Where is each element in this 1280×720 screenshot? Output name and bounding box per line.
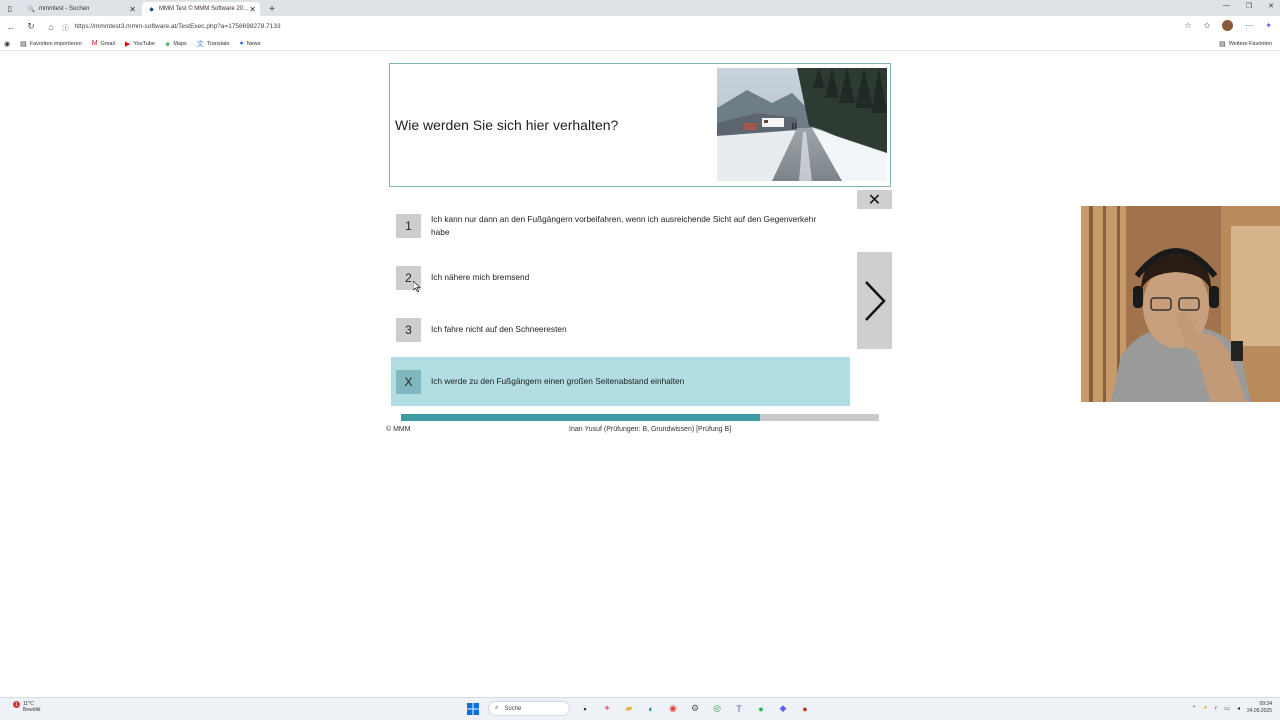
address-bar: ← ↻ ⌂ ⓘ https://mmmtest3.mmm-software.at… — [0, 16, 1280, 37]
snowy-road-image — [717, 68, 887, 181]
home-icon[interactable]: ⌂ — [46, 22, 56, 32]
tab-actions-icon[interactable]: ▯ — [0, 0, 20, 16]
bookmark-youtube[interactable]: ▶ YouTube — [125, 40, 155, 48]
webcam-overlay — [1081, 206, 1280, 402]
discord-icon[interactable]: ◆ — [776, 702, 790, 716]
answer-key: X — [396, 370, 421, 394]
teams-icon[interactable]: T — [732, 702, 746, 716]
file-explorer-icon[interactable]: ▰ — [622, 702, 636, 716]
favorite-star-icon[interactable]: ☆ — [1184, 21, 1191, 30]
bookmarks-bar: ◉ ▤ Favoriten importieren M Gmail ▶ YouTube… — [0, 37, 1280, 51]
answer-text: Ich kann nur dann an den Fußgängern vorb… — [431, 214, 817, 237]
mouse-cursor-icon — [412, 280, 421, 294]
folder-icon: ▤ — [20, 40, 27, 48]
back-icon[interactable]: ← — [6, 22, 16, 32]
bookmark-gmail[interactable]: M Gmail — [92, 40, 115, 47]
close-tab-icon[interactable]: ✕ — [249, 5, 256, 14]
question-panel: Wie werden Sie sich hier verhalten? — [389, 63, 891, 187]
gmail-icon: M — [91, 40, 98, 47]
answer-option-2[interactable]: 2 Ich nähere mich bremsend — [391, 253, 850, 302]
app-icon[interactable]: ● — [798, 702, 812, 716]
spotify-icon[interactable]: ● — [754, 702, 768, 716]
search-favicon-icon: 🔍 — [27, 6, 36, 13]
weather-badge: 1 — [13, 701, 20, 708]
close-button[interactable]: ✕ — [857, 190, 892, 209]
system-tray: ⌃ ● ♪ ▭ ◂ 09:34 24.09.2025 — [1192, 701, 1272, 715]
question-text: Wie werden Sie sich hier verhalten? — [395, 117, 619, 133]
answer-key: 3 — [396, 318, 421, 342]
taskbar: 1 11°C Bewölkt ⌕ Suche ▪ ✦ ▰ ◐ ◉ ⚙ ◎ T ●… — [0, 697, 1280, 720]
maximize-icon[interactable]: ❐ — [1246, 2, 1252, 10]
bookmark-more[interactable]: ▤ Weitere Favoriten — [1219, 40, 1272, 48]
copilot-app-icon[interactable]: ✦ — [600, 702, 614, 716]
webcam-video — [1081, 206, 1280, 402]
answer-option-1[interactable]: 1 Ich kann nur dann an den Fußgängern vo… — [391, 201, 850, 250]
progress-fill — [401, 414, 760, 421]
tray-app-icon[interactable]: ● — [1204, 705, 1208, 711]
bookmark-import[interactable]: ▤ Favoriten importieren — [20, 40, 82, 48]
translate-icon: 文 — [196, 40, 204, 48]
volume-icon[interactable]: ◂ — [1237, 705, 1240, 712]
clock-date: 24.09.2025 — [1246, 708, 1272, 714]
search-icon: ⌕ — [495, 705, 499, 711]
bookmark-maps[interactable]: ◈ Maps — [165, 40, 187, 48]
footer-copyright: © MMM — [386, 426, 411, 433]
youtube-icon: ▶ — [124, 40, 131, 48]
answer-option-x[interactable]: X Ich werde zu den Fußgängern einen groß… — [391, 357, 850, 406]
weather-widget[interactable]: 1 11°C Bewölkt — [13, 701, 41, 713]
folder-icon: ▤ — [1219, 41, 1226, 48]
bookmark-translate[interactable]: 文 Translate — [197, 39, 230, 49]
taskbar-apps: ⌕ Suche ▪ ✦ ▰ ◐ ◉ ⚙ ◎ T ● ◆ ● — [466, 701, 812, 716]
news-icon: ● — [239, 40, 244, 47]
reading-view-icon[interactable]: ◉ — [4, 40, 10, 48]
clock-time: 09:34 — [1259, 701, 1272, 707]
next-button[interactable] — [857, 252, 892, 349]
answer-option-3[interactable]: 3 Ich fahre nicht auf den Schneeresten — [391, 305, 850, 354]
window-controls: — ❐ ✕ — [1223, 2, 1274, 10]
close-tab-icon[interactable]: ✕ — [129, 5, 136, 14]
address-actions: ☆ ✩ ⋯ ✦ — [1184, 20, 1272, 31]
minimize-icon[interactable]: — — [1223, 2, 1230, 10]
tray-chevron-icon[interactable]: ⌃ — [1192, 705, 1197, 712]
weather-desc: Bewölkt — [23, 707, 41, 713]
settings-icon[interactable]: ⚙ — [688, 702, 702, 716]
answer-text: Ich fahre nicht auf den Schneeresten — [431, 324, 567, 334]
mmm-favicon-icon: ◆ — [149, 6, 154, 13]
tab-label: mmmtest - Suchen — [39, 6, 90, 12]
edge-icon[interactable]: ◐ — [644, 702, 658, 716]
chevron-right-icon — [864, 280, 886, 321]
close-icon: ✕ — [867, 191, 882, 209]
microphone-icon[interactable]: ♪ — [1214, 705, 1217, 711]
chrome-icon[interactable]: ◉ — [666, 702, 680, 716]
task-view-icon[interactable]: ▪ — [578, 702, 592, 716]
bookmark-news[interactable]: ● News — [240, 40, 261, 47]
taskbar-search-label: Suche — [504, 705, 522, 712]
favorites-icon[interactable]: ✩ — [1204, 21, 1211, 30]
answer-text: Ich werde zu den Fußgängern einen großen… — [431, 376, 685, 386]
copilot-icon[interactable]: ✦ — [1265, 21, 1272, 30]
tab-search[interactable]: 🔍 mmmtest - Suchen ✕ — [22, 2, 140, 16]
url-text: https://mmmtest3.mmm-software.at/TestExe… — [74, 23, 281, 30]
footer-user-info: Inan Yusuf (Prüfungen: B, Grundwissen) [… — [569, 426, 732, 433]
more-menu-icon[interactable]: ⋯ — [1245, 21, 1253, 30]
maps-icon: ◈ — [164, 40, 171, 48]
answer-text: Ich nähere mich bremsend — [431, 272, 530, 282]
browser-tabbar: ▯ 🔍 mmmtest - Suchen ✕ ◆ MMM Test © MMM … — [0, 0, 1280, 16]
whatsapp-icon[interactable]: ◎ — [710, 702, 724, 716]
tab-mmm-test[interactable]: ◆ MMM Test © MMM Software 20… ✕ — [142, 2, 260, 16]
answer-key: 1 — [396, 214, 421, 238]
progress-bar — [401, 414, 879, 421]
network-icon[interactable]: ▭ — [1224, 705, 1230, 712]
tab-label: MMM Test © MMM Software 20… — [159, 6, 249, 12]
reload-icon[interactable]: ↻ — [26, 21, 36, 32]
question-image — [717, 68, 887, 181]
profile-avatar[interactable] — [1222, 20, 1234, 31]
clock[interactable]: 09:34 24.09.2025 — [1247, 701, 1272, 715]
windows-start-icon[interactable] — [466, 702, 480, 716]
close-window-icon[interactable]: ✕ — [1268, 2, 1274, 10]
site-info-icon[interactable]: ⓘ — [62, 22, 69, 32]
url-field[interactable]: ⓘ https://mmmtest3.mmm-software.at/TestE… — [62, 20, 1212, 33]
new-tab-icon[interactable]: + — [264, 2, 280, 16]
taskbar-search[interactable]: ⌕ Suche — [488, 701, 570, 716]
